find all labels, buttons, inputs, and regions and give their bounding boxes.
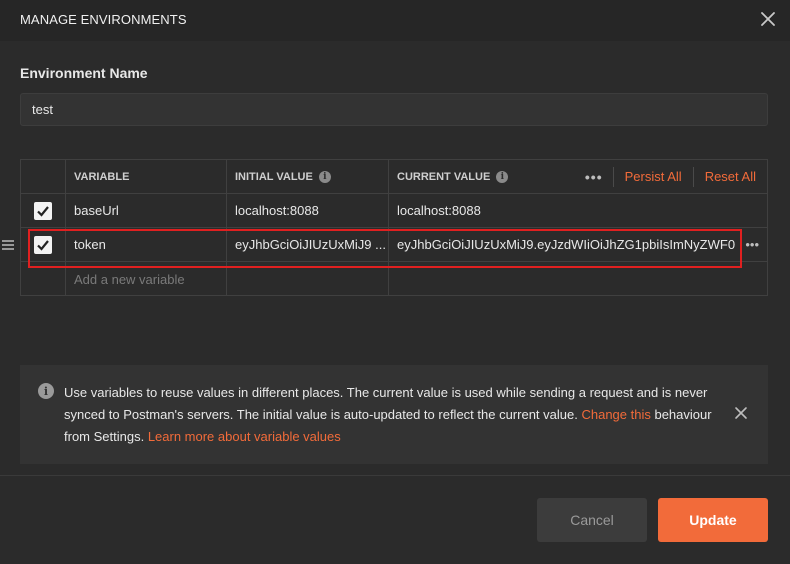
close-icon[interactable] — [734, 406, 748, 420]
change-settings-link[interactable]: Change this — [581, 407, 650, 422]
header-current-value-label: CURRENT VALUE — [397, 170, 491, 183]
info-notice: i Use variables to reuse values in diffe… — [20, 365, 768, 464]
initial-value-cell[interactable]: localhost:8088 — [227, 194, 389, 227]
update-button[interactable]: Update — [658, 498, 768, 542]
footer-divider — [0, 475, 790, 476]
info-icon[interactable]: i — [496, 170, 509, 183]
variable-name-cell[interactable]: baseUrl — [66, 194, 227, 227]
variables-table: VARIABLE INITIAL VALUE i CURRENT VALUE i… — [2, 159, 768, 296]
table-row-new: Add a new variable — [21, 262, 767, 296]
add-variable-input[interactable]: Add a new variable — [66, 262, 227, 296]
dialog-title: MANAGE ENVIRONMENTS — [20, 12, 187, 27]
current-value-text: eyJhbGciOiJIUzUxMiJ9.eyJzdWIiOiJhZG1pbiI… — [397, 237, 736, 252]
row-checkbox-cell — [21, 194, 66, 227]
header-actions: ••• Persist All Reset All — [575, 160, 767, 193]
row-more-icon[interactable]: ••• — [745, 228, 759, 261]
environment-name-input[interactable] — [20, 93, 768, 126]
initial-value-cell[interactable] — [227, 262, 389, 296]
header-initial-value-label: INITIAL VALUE — [235, 170, 313, 183]
current-value-cell[interactable]: eyJhbGciOiJIUzUxMiJ9.eyJzdWIiOiJhZG1pbiI… — [389, 228, 767, 261]
current-value-cell[interactable]: localhost:8088 — [389, 194, 767, 227]
persist-all-button[interactable]: Persist All — [614, 169, 693, 184]
environment-name-label: Environment Name — [20, 65, 148, 81]
close-icon[interactable] — [758, 9, 778, 29]
row-checkbox-cell — [21, 262, 66, 296]
more-options-icon[interactable]: ••• — [575, 169, 613, 185]
table-header-row: VARIABLE INITIAL VALUE i CURRENT VALUE i… — [21, 160, 767, 194]
row-checkbox-cell — [21, 228, 66, 261]
current-value-cell[interactable] — [389, 262, 767, 296]
table-row: baseUrl localhost:8088 localhost:8088 — [21, 194, 767, 228]
info-icon: i — [38, 383, 54, 399]
cancel-button[interactable]: Cancel — [537, 498, 647, 542]
drag-handle-icon[interactable] — [1, 238, 15, 252]
header-variable: VARIABLE — [66, 160, 227, 193]
reset-all-button[interactable]: Reset All — [694, 169, 767, 184]
row-checkbox[interactable] — [34, 201, 52, 220]
variable-name-cell[interactable]: token — [66, 228, 227, 261]
header-checkbox-cell — [21, 160, 66, 193]
header-initial-value: INITIAL VALUE i — [227, 160, 389, 193]
dialog-header: MANAGE ENVIRONMENTS — [0, 0, 790, 41]
notice-text: Use variables to reuse values in differe… — [64, 382, 714, 448]
row-checkbox[interactable] — [34, 235, 52, 254]
table-row: token eyJhbGciOiJIUzUxMiJ9 ... eyJhbGciO… — [2, 228, 767, 262]
learn-more-link[interactable]: Learn more about variable values — [148, 429, 341, 444]
initial-value-cell[interactable]: eyJhbGciOiJIUzUxMiJ9 ... — [227, 228, 389, 261]
info-icon[interactable]: i — [318, 170, 331, 183]
header-current-value: CURRENT VALUE i ••• Persist All Reset Al… — [389, 160, 767, 193]
